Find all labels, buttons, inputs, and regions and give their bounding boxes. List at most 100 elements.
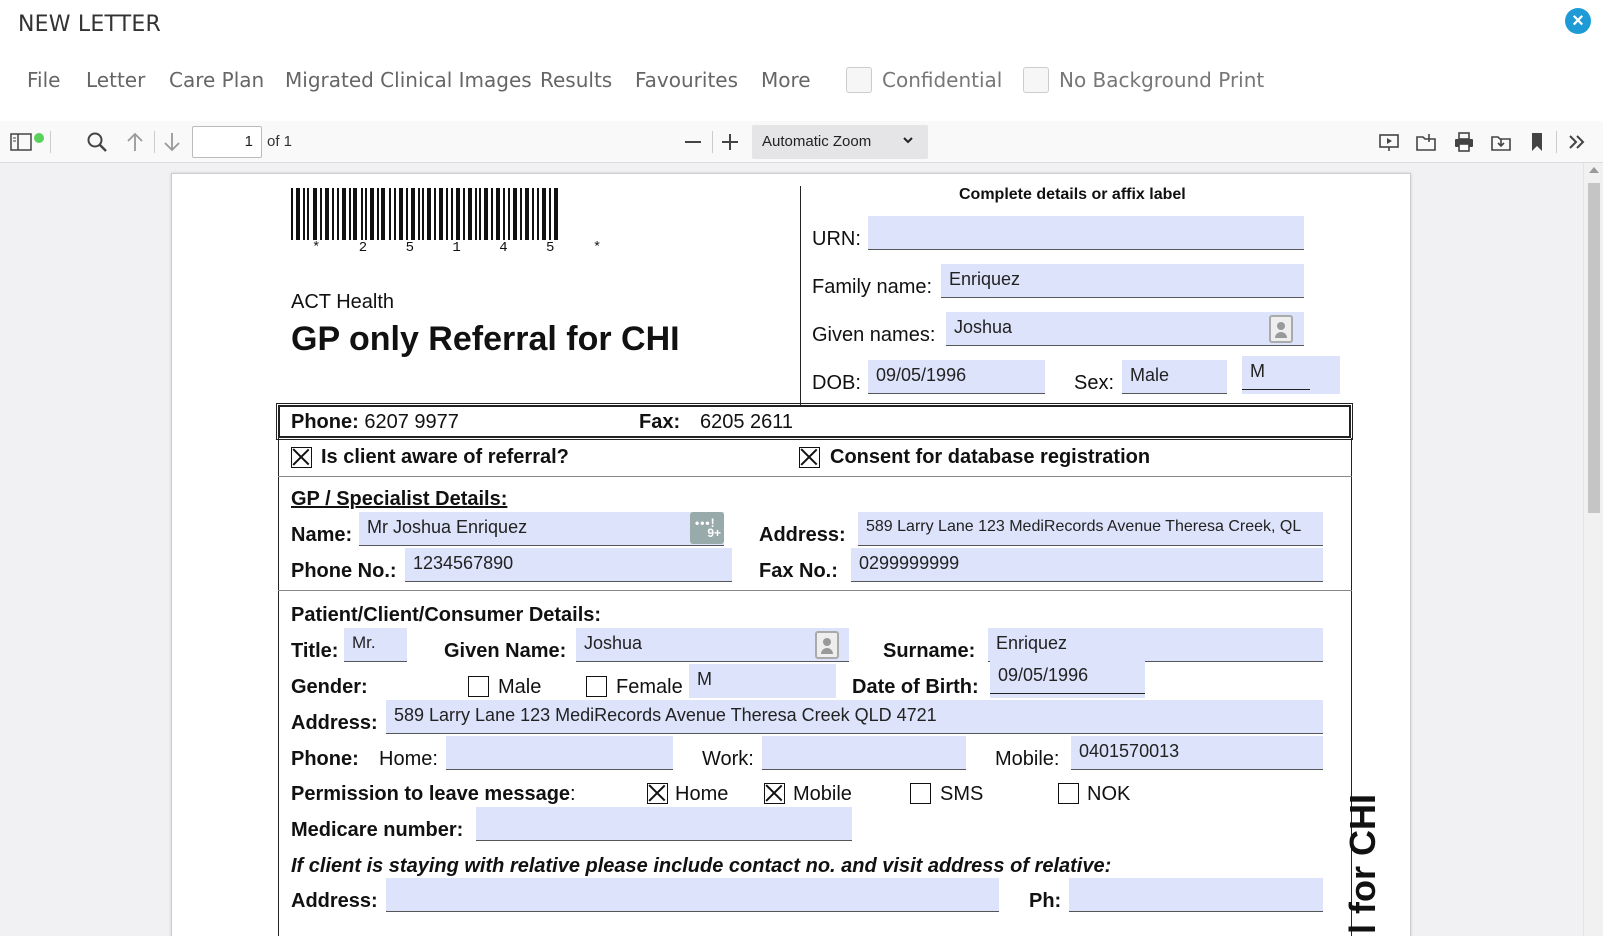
print-icon[interactable] [1451, 129, 1477, 155]
permission-colon: : [570, 783, 576, 805]
title-field[interactable]: Mr. [344, 628, 407, 662]
label-heading: Complete details or affix label [959, 186, 1186, 203]
label-divider [800, 186, 801, 406]
zoom-out-icon[interactable] [680, 129, 706, 155]
zoom-in-icon[interactable] [717, 129, 743, 155]
page-number-input[interactable]: 1 [192, 126, 262, 158]
provider-list-icon[interactable]: •••! 9+ [690, 512, 724, 544]
permission-nok-label: NOK [1087, 783, 1131, 805]
menu-care-plan[interactable]: Care Plan [169, 68, 264, 92]
home-phone-field[interactable] [446, 736, 673, 770]
next-page-icon[interactable] [159, 129, 185, 155]
no-background-print-checkbox[interactable] [1023, 67, 1049, 93]
permission-home-checkbox[interactable] [647, 783, 668, 804]
previous-page-icon[interactable] [122, 129, 148, 155]
client-aware-checkbox[interactable] [291, 447, 312, 468]
contact-card-icon[interactable] [815, 631, 839, 659]
barcode-image [291, 188, 558, 240]
given-name-label: Given Name: [444, 640, 567, 662]
bookmark-icon[interactable] [1524, 129, 1550, 155]
address-field[interactable]: 589 Larry Lane 123 MediRecords Avenue Th… [386, 700, 1323, 734]
gender-label: Gender: [291, 676, 368, 698]
search-icon[interactable] [84, 129, 110, 155]
dob-field[interactable]: 09/05/1996 [868, 360, 1045, 394]
toolbar-separator [50, 131, 51, 153]
fax-value: 6205 2611 [700, 411, 794, 433]
sex-field[interactable]: Male [1122, 360, 1227, 394]
gender-female-checkbox[interactable] [586, 676, 607, 697]
zoom-select[interactable]: Automatic Zoom [752, 125, 928, 159]
tools-chevron-icon[interactable] [1564, 129, 1590, 155]
menu-more[interactable]: More [761, 68, 811, 92]
download-icon[interactable] [1488, 129, 1514, 155]
gender-field[interactable]: M [689, 664, 836, 698]
window-title: NEW LETTER [18, 12, 161, 37]
sex-code-underline [1242, 389, 1310, 390]
permission-sms-label: SMS [940, 783, 984, 805]
gp-fax-field[interactable]: 0299999999 [851, 548, 1323, 582]
home-phone-label: Home: [379, 748, 438, 770]
medicare-field[interactable] [476, 807, 852, 841]
toolbar-separator [712, 131, 713, 153]
phone-label-wrap: Phone: 6207 9977 [291, 411, 459, 434]
sidebar-toggle-icon[interactable] [8, 129, 44, 155]
relative-note: If client is staying with relative pleas… [291, 855, 1112, 877]
permission-label-wrap: Permission to leave message: [291, 783, 576, 806]
no-background-print-toggle[interactable]: No Background Print [1023, 67, 1264, 93]
gender-male-checkbox[interactable] [468, 676, 489, 697]
dob2-label: Date of Birth: [852, 676, 979, 698]
toolbar-separator [1556, 131, 1557, 153]
gp-name-field[interactable]: Mr Joshua Enriquez [359, 512, 724, 546]
menu-file[interactable]: File [27, 68, 60, 92]
fax-label: Fax: [639, 411, 681, 433]
title-label: Title: [291, 640, 339, 662]
scroll-thumb[interactable] [1588, 183, 1600, 513]
gp-address-label: Address: [759, 524, 846, 546]
relative-phone-field[interactable] [1069, 878, 1323, 912]
relative-phone-label: Ph: [1029, 890, 1062, 912]
menu-bar: File Letter Care Plan Migrated Clinical … [0, 60, 1603, 104]
permission-mobile-checkbox[interactable] [764, 783, 785, 804]
menu-letter[interactable]: Letter [86, 68, 145, 92]
consent-label: Consent for database registration [830, 446, 1151, 468]
family-name-field[interactable]: Enriquez [941, 264, 1304, 298]
consent-checkbox[interactable] [799, 447, 820, 468]
page-count-label: of 1 [267, 133, 293, 150]
menu-favourites[interactable]: Favourites [635, 68, 738, 92]
letter-window: NEW LETTER × File Letter Care Plan Migra… [0, 0, 1603, 936]
surname-field[interactable]: Enriquez [988, 628, 1323, 662]
given-names-label: Given names: [812, 324, 936, 346]
relative-address-label: Address: [291, 890, 378, 912]
given-names-field[interactable]: Joshua [946, 312, 1304, 346]
section-divider [278, 590, 1352, 591]
phone2-label: Phone: [291, 748, 359, 770]
confidential-checkbox[interactable] [846, 67, 872, 93]
dob-label: DOB: [812, 372, 861, 394]
gp-address-field[interactable]: 589 Larry Lane 123 MediRecords Avenue Th… [858, 512, 1323, 546]
medicare-label: Medicare number: [291, 819, 464, 841]
menu-migrated-clinical-images[interactable]: Migrated Clinical Images [285, 68, 532, 92]
pdf-page: * 2 5 1 4 5 * ACT Health GP only Referra… [171, 173, 1411, 936]
scroll-up-arrow[interactable] [1589, 167, 1599, 173]
permission-nok-checkbox[interactable] [1058, 783, 1079, 804]
mobile-phone-field[interactable]: 0401570013 [1071, 736, 1323, 770]
work-phone-field[interactable] [762, 736, 966, 770]
gp-phone-field[interactable]: 1234567890 [405, 548, 732, 582]
phone-value: 6207 9977 [364, 411, 459, 433]
client-aware-label: Is client aware of referral? [321, 446, 569, 468]
permission-sms-checkbox[interactable] [910, 783, 931, 804]
relative-address-field[interactable] [386, 878, 999, 912]
confidential-toggle[interactable]: Confidential [846, 67, 1002, 93]
open-file-icon[interactable] [1413, 129, 1439, 155]
sex-label: Sex: [1074, 372, 1115, 394]
contact-card-icon[interactable] [1269, 315, 1293, 343]
urn-field[interactable] [868, 216, 1304, 250]
viewer-scrollbar[interactable] [1583, 163, 1603, 936]
address-label: Address: [291, 712, 378, 734]
close-icon[interactable]: × [1565, 8, 1591, 34]
title-bar: NEW LETTER × [0, 0, 1603, 52]
gp-name-label: Name: [291, 524, 353, 546]
given-name-field[interactable]: Joshua [576, 628, 849, 662]
menu-results[interactable]: Results [540, 68, 612, 92]
presentation-mode-icon[interactable] [1376, 129, 1402, 155]
